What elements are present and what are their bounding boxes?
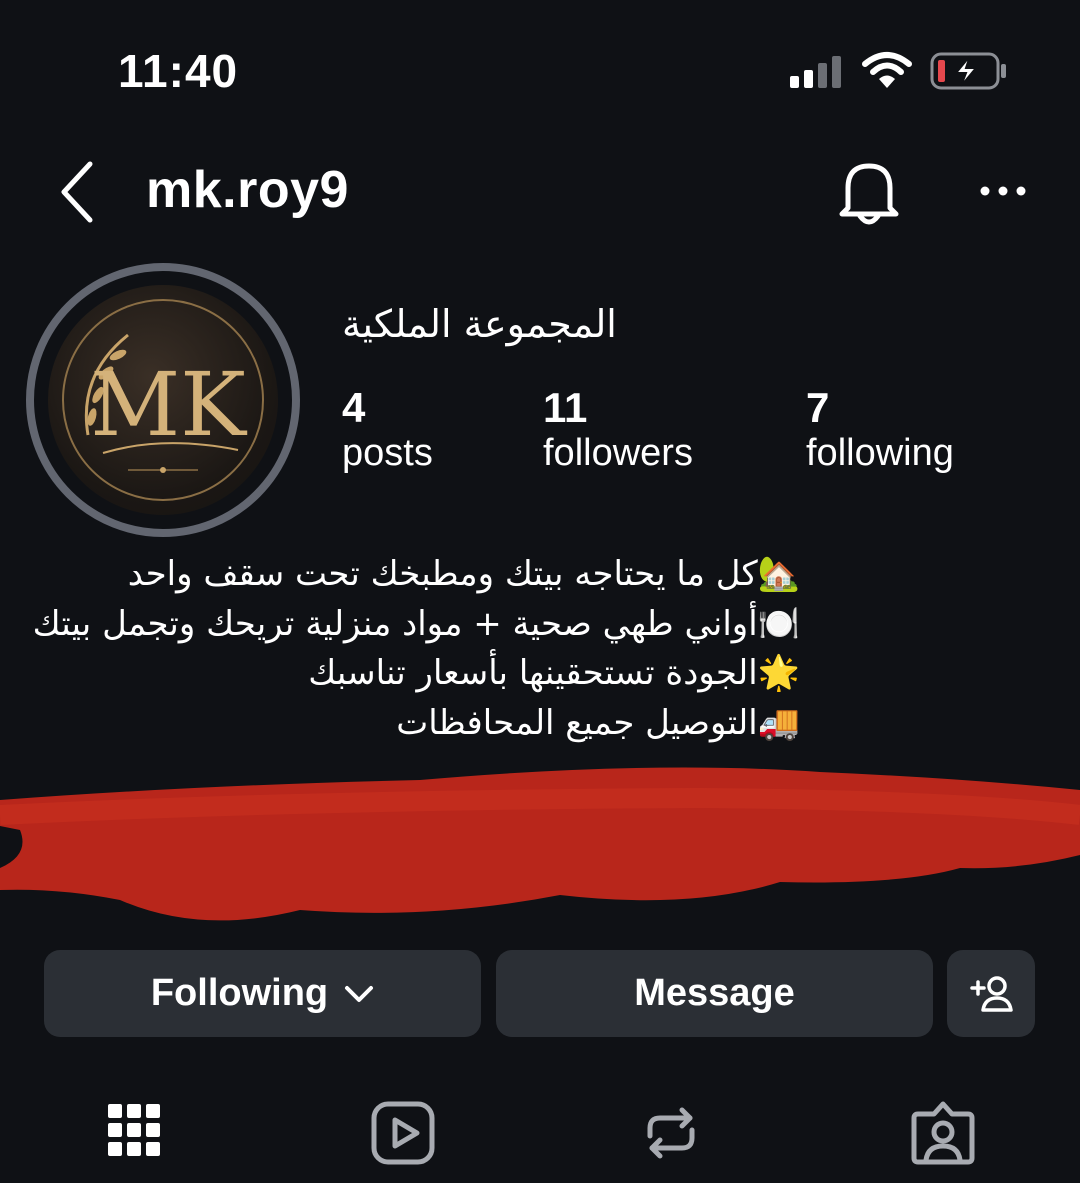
stat-followers[interactable]: 11 followers [543,384,693,475]
message-button-label: Message [634,972,795,1014]
stat-following-count: 7 [806,384,830,431]
profile-username: mk.roy9 [146,161,349,219]
tagged-icon[interactable] [908,1098,978,1168]
following-button[interactable]: Following [44,950,481,1037]
bio-line: 🌟الجودة تستحقينها بأسعار تناسبك [308,653,800,693]
stat-followers-label: followers [543,432,693,474]
stat-posts-label: posts [342,432,433,474]
add-user-button[interactable] [947,950,1035,1037]
profile-bio: 🏡كل ما يحتاجه بيتك ومطبخك تحت سقف واحد 🍽… [32,550,800,748]
stat-posts-count: 4 [342,384,366,431]
battery-charging-icon [930,52,1006,90]
avatar-image: MK [48,285,278,515]
stat-posts[interactable]: 4 posts [342,384,433,475]
stat-followers-count: 11 [543,384,588,431]
bio-line: 🏡كل ما يحتاجه بيتك ومطبخك تحت سقف واحد [127,554,800,594]
avatar-monogram: MK [90,353,248,456]
bio-line: 🍽️أواني طهي صحية + مواد منزلية تريحك وتج… [32,603,800,644]
message-button[interactable]: Message [496,950,933,1037]
status-time: 11:40 [118,45,239,97]
redaction-scribble [0,767,1080,921]
cellular-signal-icon [790,56,841,88]
grid-icon[interactable] [100,1098,170,1168]
following-button-label: Following [150,972,329,1014]
back-arrow-icon[interactable] [56,160,100,224]
display-name: المجموعة الملكية [342,302,617,346]
stat-following[interactable]: 7 following [806,384,954,475]
bio-line: 🚚التوصيل جميع المحافظات [396,702,800,743]
wifi-icon [862,52,912,88]
reposts-icon[interactable] [636,1098,706,1168]
reels-icon[interactable] [368,1098,438,1168]
stat-following-label: following [806,432,954,474]
add-user-icon [970,975,1013,1012]
avatar-logo: MK [62,299,264,501]
avatar[interactable]: MK [26,263,300,537]
chevron-down-icon [345,985,374,1002]
more-options-icon[interactable] [978,176,1028,206]
bell-icon[interactable] [836,158,902,226]
